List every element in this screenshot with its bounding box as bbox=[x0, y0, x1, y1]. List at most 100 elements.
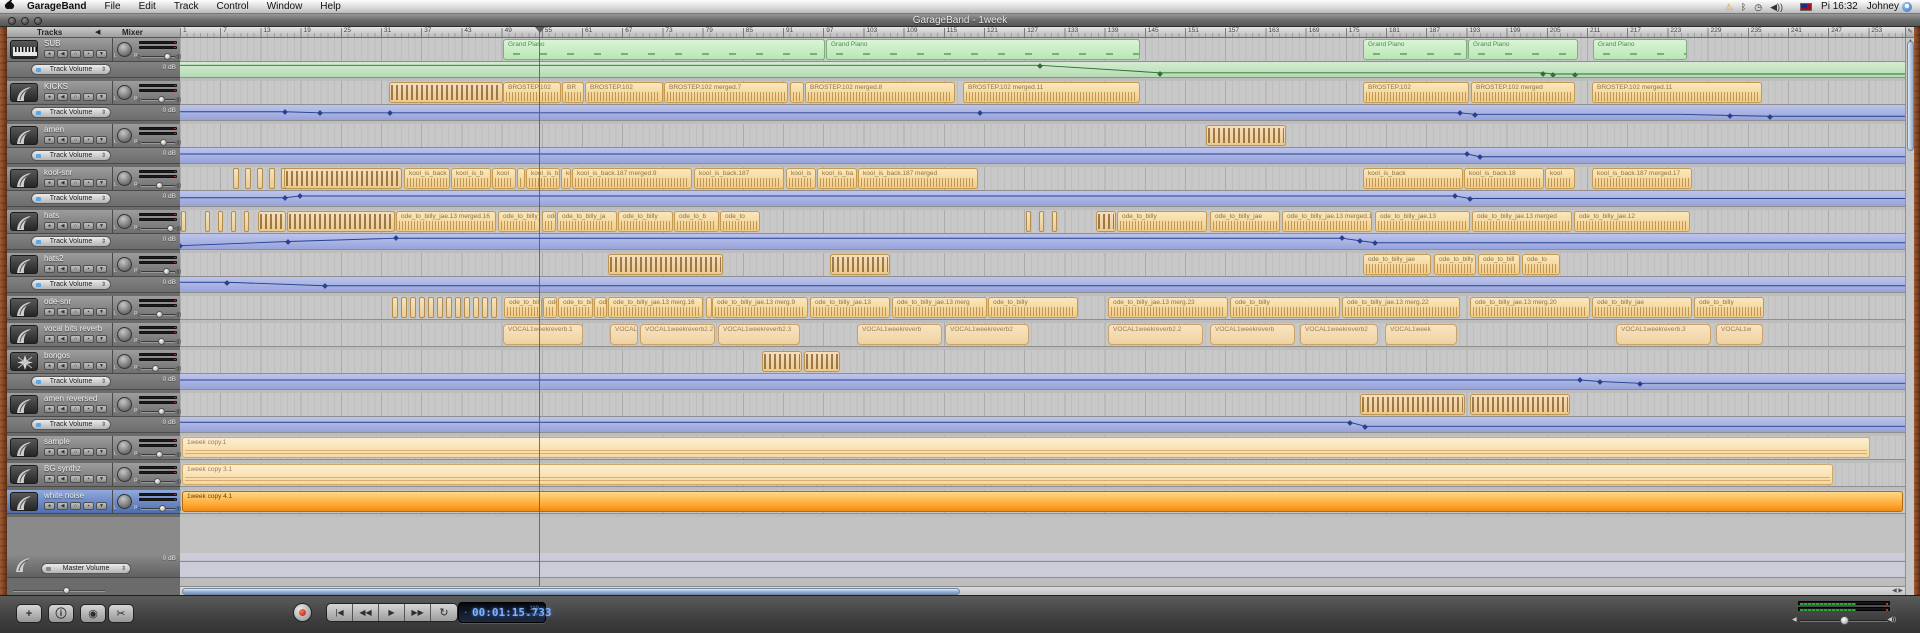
volume-slider[interactable]: ◁ ◁)) bbox=[136, 478, 181, 486]
track-header-amen[interactable]: amen ● ◀ ∩ ▪ ▼ L R ◁ ◁)) bbox=[7, 124, 181, 148]
volume-slider[interactable]: ◁ ◁)) bbox=[136, 268, 181, 276]
master-volume-slider[interactable]: ◀ ◀)) bbox=[1792, 616, 1896, 625]
region-kool[interactable]: kool bbox=[492, 168, 516, 189]
region[interactable] bbox=[1039, 211, 1044, 232]
solo-button[interactable]: ∩ bbox=[70, 335, 81, 343]
track-editor-button[interactable]: ✂ bbox=[108, 604, 134, 623]
solo-button[interactable]: ∩ bbox=[70, 405, 81, 413]
record-enable-button[interactable]: ● bbox=[44, 335, 55, 343]
track-header-vocal-bits-reverb[interactable]: vocal bits reverb ● ◀ ∩ ▪ ▼ L R ◁ ◁)) bbox=[7, 323, 181, 347]
add-track-button[interactable]: + bbox=[16, 604, 42, 623]
volume-slider[interactable]: ◁ ◁)) bbox=[136, 53, 181, 61]
automation-button[interactable]: ▼ bbox=[96, 265, 107, 273]
region[interactable] bbox=[446, 297, 452, 318]
automation-button[interactable]: ▼ bbox=[96, 362, 107, 370]
mute-button[interactable]: ◀ bbox=[57, 93, 68, 101]
automation-button[interactable]: ▼ bbox=[96, 222, 107, 230]
volume-slider-thumb[interactable] bbox=[157, 408, 165, 415]
solo-button[interactable]: ∩ bbox=[70, 448, 81, 456]
lock-button[interactable]: ▪ bbox=[83, 136, 94, 144]
region[interactable] bbox=[473, 297, 479, 318]
region-ode-to-billy[interactable]: ode_to_billy bbox=[1117, 211, 1207, 232]
automation-button[interactable]: ▼ bbox=[96, 179, 107, 187]
pan-knob[interactable] bbox=[117, 300, 132, 315]
grid-ruler-button[interactable]: ✎ bbox=[1905, 27, 1914, 38]
pan-knob[interactable] bbox=[117, 214, 132, 229]
track-volume-popup[interactable]: Track Volume ⇕ bbox=[31, 376, 111, 387]
region-ode-to-billy-jae-12[interactable]: ode_to_billy_jae.12 bbox=[1574, 211, 1690, 232]
region-1week-copy-4-1[interactable]: 1week copy 4.1 bbox=[182, 491, 1903, 512]
lock-button[interactable]: ▪ bbox=[83, 50, 94, 58]
pan-knob[interactable] bbox=[117, 128, 132, 143]
region-kool-is[interactable]: kool_is bbox=[786, 168, 816, 189]
mute-button[interactable]: ◀ bbox=[57, 136, 68, 144]
region-ode-to-billy-jae-13-merged-19[interactable]: ode_to_billy_jae.13 merged.19 bbox=[1282, 211, 1372, 232]
track-header-KICKS[interactable]: KICKS ● ◀ ∩ ▪ ▼ L R ◁ ◁)) bbox=[7, 81, 181, 105]
lock-button[interactable]: ▪ bbox=[83, 222, 94, 230]
region-brostep-102[interactable]: BROSTEP.102 bbox=[585, 82, 663, 103]
region-vocal1w[interactable]: VOCAL1w bbox=[610, 324, 638, 345]
region[interactable] bbox=[1470, 394, 1570, 415]
region-ode-to-billy[interactable]: ode_to_billy bbox=[504, 297, 542, 318]
volume-slider[interactable]: ◁ ◁)) bbox=[136, 139, 181, 147]
menu-garageband[interactable]: GarageBand bbox=[18, 1, 95, 12]
automation-button[interactable]: ▼ bbox=[96, 448, 107, 456]
region[interactable] bbox=[804, 351, 840, 372]
region-ode-to-billy-jae-13[interactable]: ode_to_billy_jae.13 bbox=[1375, 211, 1470, 232]
region-vocal1weekreverb[interactable]: VOCAL1weekreverb bbox=[1210, 324, 1295, 345]
play-button[interactable]: ▶ bbox=[379, 604, 405, 621]
menu-window[interactable]: Window bbox=[258, 1, 312, 12]
region-grand-piano[interactable]: Grand Piano bbox=[503, 39, 825, 60]
track-header-hats[interactable]: hats ● ◀ ∩ ▪ ▼ L R ◁ ◁)) bbox=[7, 210, 181, 234]
volume-slider-thumb[interactable] bbox=[159, 505, 166, 512]
horizontal-scrollbar-thumb[interactable] bbox=[182, 588, 960, 595]
volume-icon[interactable]: ◀)) bbox=[1770, 2, 1783, 12]
region-grand-piano[interactable]: Grand Piano bbox=[1468, 39, 1578, 60]
record-enable-button[interactable]: ● bbox=[44, 308, 55, 316]
record-enable-button[interactable]: ● bbox=[44, 265, 55, 273]
region-ode-to-billy[interactable]: ode_to_billy bbox=[1230, 297, 1340, 318]
pan-knob[interactable] bbox=[117, 85, 132, 100]
region[interactable] bbox=[244, 211, 249, 232]
record-enable-button[interactable]: ● bbox=[44, 475, 55, 483]
region-kool-is-back-187-merged-9[interactable]: kool_is_back.187 merged.9 bbox=[572, 168, 692, 189]
volume-slider-thumb[interactable] bbox=[157, 96, 165, 103]
automation-button[interactable]: ▼ bbox=[96, 50, 107, 58]
volume-slider[interactable]: ◁ ◁)) bbox=[136, 96, 181, 104]
solo-button[interactable]: ∩ bbox=[70, 179, 81, 187]
region[interactable] bbox=[428, 297, 434, 318]
region[interactable] bbox=[218, 211, 223, 232]
record-enable-button[interactable]: ● bbox=[44, 222, 55, 230]
region[interactable] bbox=[245, 168, 251, 189]
region[interactable] bbox=[410, 297, 416, 318]
region-grand-piano[interactable]: Grand Piano bbox=[1593, 39, 1687, 60]
region[interactable] bbox=[231, 211, 236, 232]
region-ode-to-billy-jae-13-merg-22[interactable]: ode_to_billy_jae.13 merg.22 bbox=[1342, 297, 1460, 318]
loop-browser-button[interactable]: ◉ bbox=[80, 604, 106, 623]
region[interactable] bbox=[830, 254, 890, 275]
pan-knob[interactable] bbox=[117, 171, 132, 186]
region[interactable] bbox=[464, 297, 470, 318]
volume-slider[interactable]: ◁ ◁)) bbox=[136, 365, 181, 373]
menu-clock[interactable]: Pi 16:32 bbox=[1821, 1, 1858, 12]
lock-button[interactable]: ▪ bbox=[83, 475, 94, 483]
region-ode-to-billy-j[interactable]: ode_to_billy_j bbox=[558, 297, 593, 318]
volume-slider-thumb[interactable] bbox=[162, 268, 170, 275]
lock-button[interactable]: ▪ bbox=[83, 93, 94, 101]
rewind-button[interactable]: ◀◀ bbox=[353, 604, 379, 621]
track-volume-popup[interactable]: Track Volume ⇕ bbox=[31, 279, 111, 290]
mute-button[interactable]: ◀ bbox=[57, 308, 68, 316]
lock-button[interactable]: ▪ bbox=[83, 308, 94, 316]
lcd-display[interactable]: ◔ 00:01:15.733 110 TEMPO bbox=[458, 602, 551, 623]
track-info-button[interactable]: ⓘ bbox=[48, 604, 74, 623]
record-enable-button[interactable]: ● bbox=[44, 50, 55, 58]
mute-button[interactable]: ◀ bbox=[57, 222, 68, 230]
region[interactable] bbox=[205, 211, 210, 232]
region-ode-to-billy-jae-13-merg-20[interactable]: ode_to_billy_jae.13 merg.20 bbox=[1470, 297, 1590, 318]
track-volume-popup[interactable]: Track Volume ⇕ bbox=[31, 150, 111, 161]
menu-help[interactable]: Help bbox=[311, 1, 350, 12]
fast-forward-button[interactable]: ▶▶ bbox=[405, 604, 431, 621]
pan-knob[interactable] bbox=[117, 494, 132, 509]
go-to-beginning-button[interactable]: |◀ bbox=[327, 604, 353, 621]
track-header-sample[interactable]: sample ● ◀ ∩ ▪ ▼ L R ◁ ◁)) bbox=[7, 436, 181, 460]
